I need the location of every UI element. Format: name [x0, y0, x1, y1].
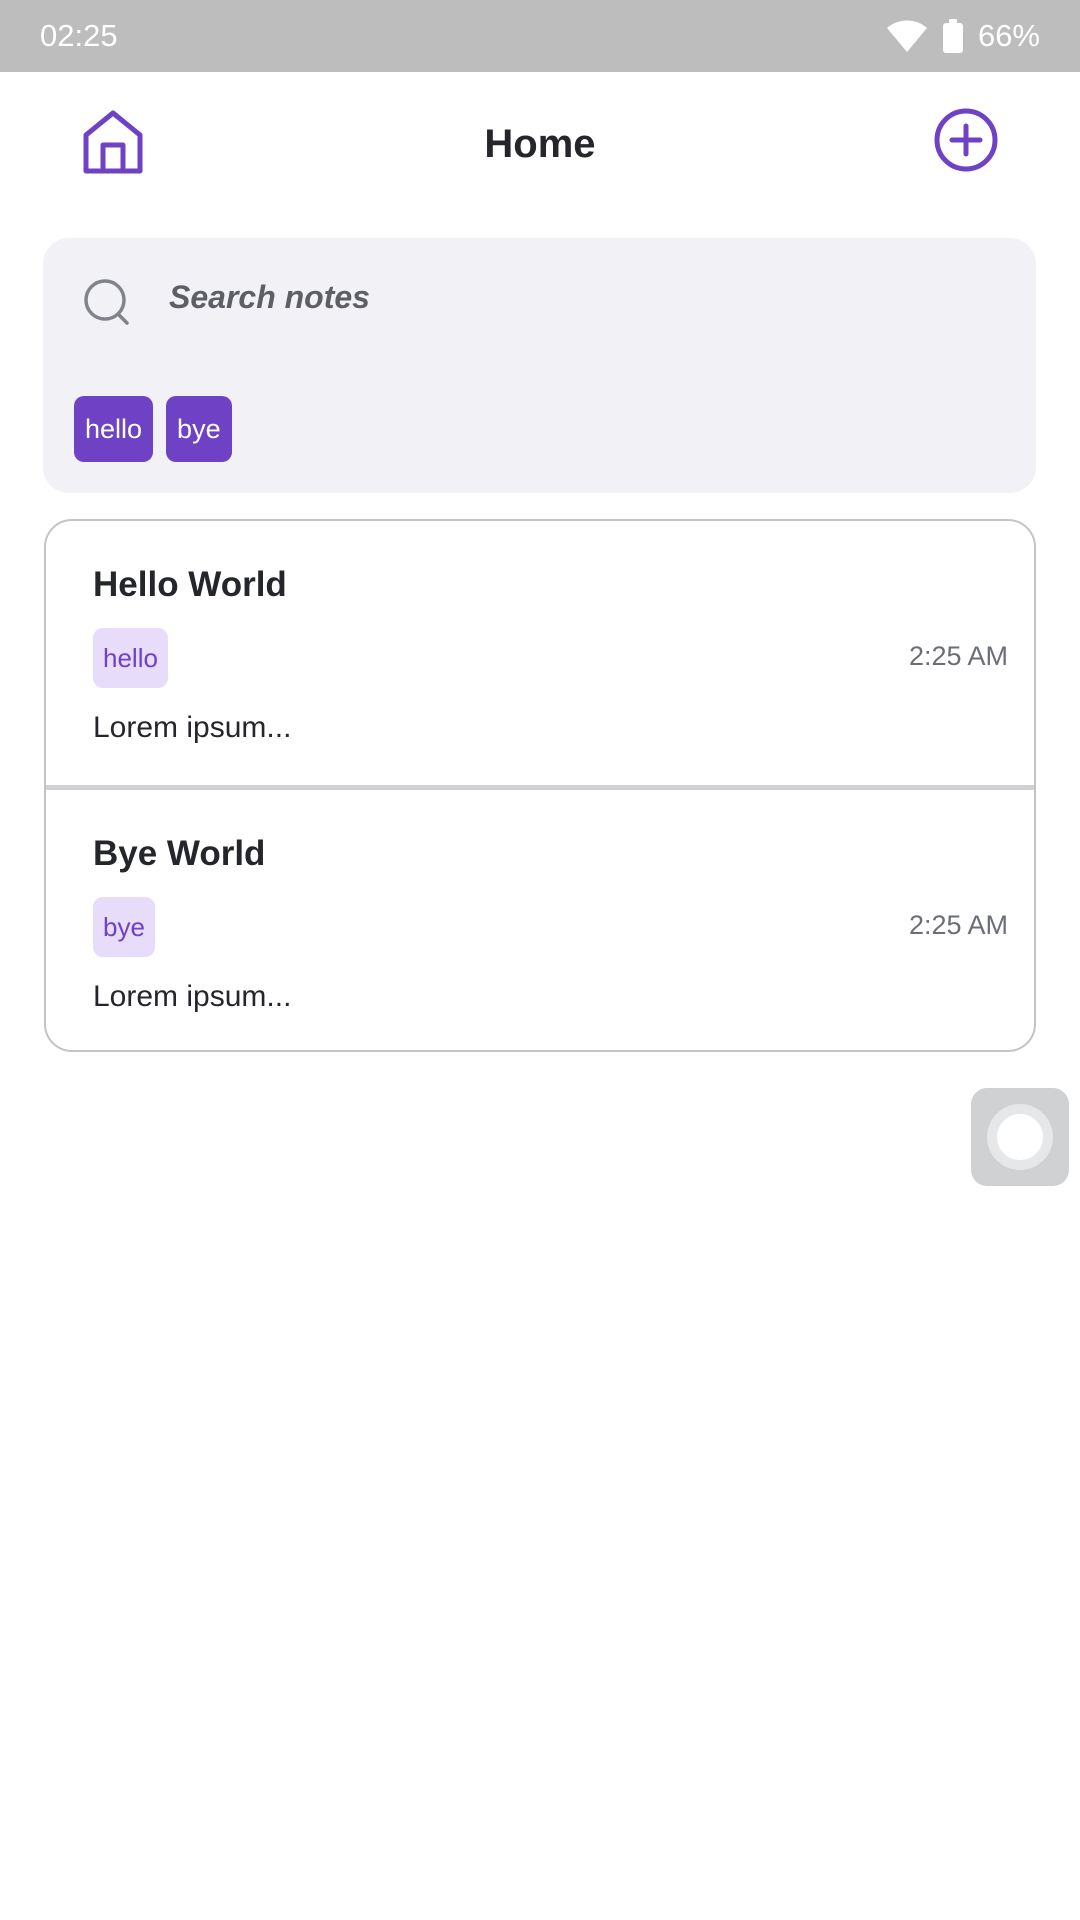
- plus-circle-icon: [934, 108, 998, 177]
- note-card[interactable]: Bye World bye 2:25 AM Lorem ipsum...: [46, 785, 1034, 1049]
- filter-tag-bye[interactable]: bye: [166, 396, 232, 462]
- assistive-touch-button[interactable]: [971, 1088, 1069, 1186]
- note-preview: Lorem ipsum...: [93, 711, 292, 744]
- screen: 02:25 66% Home Search notes hello bye He…: [0, 0, 1080, 1920]
- note-tag: hello: [93, 628, 168, 688]
- wifi-icon: [886, 19, 928, 53]
- battery-icon: [942, 19, 964, 53]
- note-title: Bye World: [93, 834, 266, 873]
- status-icons: 66%: [886, 18, 1040, 54]
- status-time: 02:25: [40, 18, 118, 53]
- filter-tags: hello bye: [74, 396, 232, 462]
- note-title: Hello World: [93, 565, 287, 604]
- note-time: 2:25 AM: [908, 910, 1008, 940]
- note-preview: Lorem ipsum...: [93, 980, 292, 1013]
- status-bar: 02:25 66%: [0, 0, 1080, 72]
- page-title: Home: [484, 122, 596, 166]
- add-note-button[interactable]: [932, 108, 1000, 176]
- battery-level: 66%: [977, 18, 1040, 53]
- note-tag: bye: [93, 897, 155, 957]
- assistive-touch-icon: [987, 1104, 1053, 1170]
- note-list: Hello World hello 2:25 AM Lorem ipsum...…: [44, 519, 1036, 1052]
- note-card[interactable]: Hello World hello 2:25 AM Lorem ipsum...: [46, 521, 1034, 785]
- app-header: Home: [0, 72, 1080, 216]
- filter-tag-hello[interactable]: hello: [74, 396, 154, 462]
- note-time: 2:25 AM: [908, 641, 1008, 671]
- search-input[interactable]: [169, 266, 989, 328]
- search-panel: hello bye: [43, 238, 1036, 493]
- search-icon: [83, 278, 133, 328]
